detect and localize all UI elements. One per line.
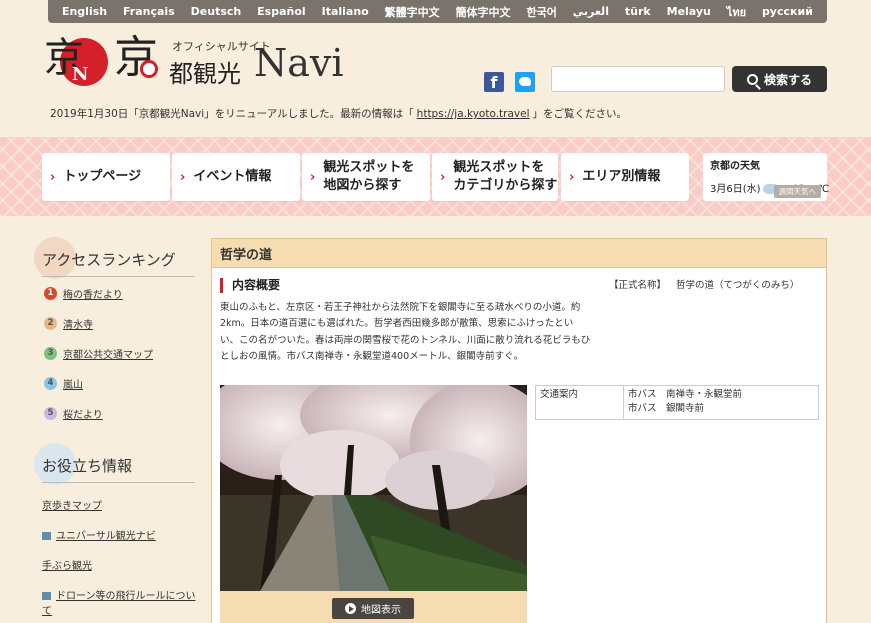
renewal-notice: 2019年1月30日「京都観光Navi」をリニューアルしました。最新の情報は「 h…: [50, 106, 627, 121]
window-icon: [42, 532, 51, 540]
chevron-right-icon: ›: [569, 169, 575, 185]
info-link[interactable]: ユニバーサル観光ナビ: [42, 530, 156, 545]
access-line: 市バス 南禅寺・永観堂前: [628, 389, 743, 400]
search-button[interactable]: 検索する: [732, 66, 827, 92]
info-link-label: 手ぶら観光: [42, 561, 92, 572]
chevron-right-icon: ›: [440, 169, 446, 185]
weather-date: 3月6日(水): [710, 184, 761, 195]
rank-number-badge: 4: [44, 377, 57, 390]
overview-heading: 内容概要: [220, 278, 280, 293]
language-link[interactable]: العربي: [573, 5, 609, 18]
nav-spots-category[interactable]: › 観光スポットを カテゴリから探す: [432, 153, 558, 201]
search-input[interactable]: [551, 66, 725, 92]
ranking-heading-text: アクセスランキング: [42, 251, 176, 269]
map-button-label: 地図表示: [361, 605, 401, 616]
official-name-value: 哲学の道（てつがくのみち）: [676, 280, 800, 291]
ranking-label: 梅の香だより: [63, 290, 123, 301]
language-bar: English Français Deutsch Español Italiano 繁體字…: [48, 0, 827, 23]
language-link[interactable]: 한국어: [526, 4, 556, 20]
access-line: 市バス 銀閣寺前: [628, 403, 705, 415]
map-display-button[interactable]: 地図表示: [332, 598, 414, 619]
play-icon: [345, 603, 356, 614]
ranking-label: 桜だより: [63, 410, 103, 421]
ranking-item[interactable]: 2 清水寺: [44, 316, 93, 331]
rank-number-badge: 2: [44, 317, 57, 330]
ranking-label: 京都公共交通マップ: [63, 350, 153, 361]
twitter-icon[interactable]: [515, 72, 535, 92]
language-link[interactable]: 簡体字中文: [456, 4, 511, 20]
language-link[interactable]: Français: [123, 5, 175, 18]
language-link[interactable]: Español: [257, 5, 306, 18]
access-table: 交通案内 市バス 南禅寺・永観堂前 市バス 銀閣寺前: [535, 385, 819, 420]
spot-detail-panel: 内容概要 【正式名称】 哲学の道（てつがくのみち） 東山のふもと、左京区・若王子神…: [211, 268, 827, 623]
spot-description: 東山のふもと、左京区・若王子神社から法然院下を銀閣寺に至る疏水べりの小道。約2k…: [220, 302, 591, 362]
nav-label: イベント情報: [193, 169, 272, 185]
global-nav-band: › トップページ › イベント情報 › 観光スポットを 地図から探す › 観光スポットを…: [0, 137, 871, 216]
info-link-label: 京歩きマップ: [42, 501, 102, 512]
nav-area-info[interactable]: › エリア別情報: [561, 153, 689, 201]
nav-label: エリア別情報: [582, 169, 661, 185]
weekly-weather-link[interactable]: 週間天気へ: [773, 185, 821, 198]
rank-number-badge: 1: [44, 287, 57, 300]
official-name-label: 【正式名称】: [609, 280, 667, 291]
table-row: 交通案内 市バス 南禅寺・永観堂前 市バス 銀閣寺前: [535, 385, 819, 420]
photo-frame: 地図表示: [220, 385, 527, 623]
kyoto-logo-mark: 京 N: [42, 34, 108, 90]
ranking-item[interactable]: 1 梅の香だより: [44, 286, 123, 301]
language-link[interactable]: ไทย: [727, 3, 746, 21]
ranking-label: 清水寺: [63, 320, 93, 331]
ranking-item[interactable]: 4 嵐山: [44, 376, 83, 391]
info-heading-text: お役立ち情報: [42, 457, 133, 475]
notice-link[interactable]: https://ja.kyoto.travel: [417, 108, 530, 120]
nav-label: 観光スポットを 地図から探す: [323, 160, 415, 193]
spot-photo: [220, 385, 527, 591]
info-link[interactable]: ドローン等の飛行ルールについて: [42, 590, 197, 619]
divider: [42, 276, 195, 277]
chevron-right-icon: ›: [50, 169, 56, 185]
ranking-label: 嵐山: [63, 380, 83, 391]
site-logo[interactable]: 京 N 京 オフィシャルサイト 都観光 Navi: [42, 32, 344, 92]
info-heading: お役立ち情報: [34, 443, 195, 485]
language-link[interactable]: türk: [625, 5, 651, 18]
rank-number-badge: 3: [44, 347, 57, 360]
logo-kyo-character: 京: [114, 32, 158, 83]
language-link[interactable]: Italiano: [322, 5, 369, 18]
page-title: 哲学の道: [211, 238, 827, 268]
facebook-icon[interactable]: f: [484, 72, 504, 92]
info-link[interactable]: 手ぶら観光: [42, 560, 92, 575]
weather-widget: 京都の天気 3月6日(水)15℃ / -℃ 週間天気へ: [703, 153, 829, 201]
official-name: 【正式名称】 哲学の道（てつがくのみち）: [609, 277, 809, 291]
nav-top-page[interactable]: › トップページ: [42, 153, 170, 201]
language-link[interactable]: Deutsch: [191, 5, 242, 18]
access-label: 交通案内: [535, 385, 624, 420]
rank-number-badge: 5: [44, 407, 57, 420]
divider: [42, 482, 195, 483]
logo-main-text: 都観光: [169, 60, 241, 88]
language-link[interactable]: Melayu: [667, 5, 711, 18]
search-icon: [746, 73, 758, 85]
info-link-label: ユニバーサル観光ナビ: [56, 531, 156, 542]
nav-label: トップページ: [63, 169, 142, 185]
language-link[interactable]: English: [62, 5, 107, 18]
chevron-right-icon: ›: [180, 169, 186, 185]
language-link[interactable]: русский: [762, 5, 813, 18]
language-link[interactable]: 繁體字中文: [385, 4, 440, 20]
info-link[interactable]: 京歩きマップ: [42, 500, 102, 515]
access-value: 市バス 南禅寺・永観堂前 市バス 銀閣寺前: [623, 385, 819, 420]
chevron-right-icon: ›: [310, 169, 316, 185]
logo-navi: Navi: [254, 41, 344, 85]
notice-text-before: 2019年1月30日「京都観光Navi」をリニューアルしました。最新の情報は「: [50, 108, 414, 120]
weather-title: 京都の天気: [710, 161, 760, 172]
ranking-item[interactable]: 5 桜だより: [44, 406, 103, 421]
nav-spots-map[interactable]: › 観光スポットを 地図から探す: [302, 153, 430, 201]
nav-label: 観光スポットを カテゴリから探す: [453, 160, 558, 193]
notice-text-after: 」をご覧ください。: [532, 108, 628, 120]
ranking-item[interactable]: 3 京都公共交通マップ: [44, 346, 153, 361]
search-button-label: 検索する: [763, 72, 812, 87]
ranking-heading: アクセスランキング: [34, 237, 195, 279]
window-icon: [42, 592, 51, 600]
nav-events[interactable]: › イベント情報: [172, 153, 300, 201]
info-link-label: ドローン等の飛行ルールについて: [42, 591, 196, 617]
